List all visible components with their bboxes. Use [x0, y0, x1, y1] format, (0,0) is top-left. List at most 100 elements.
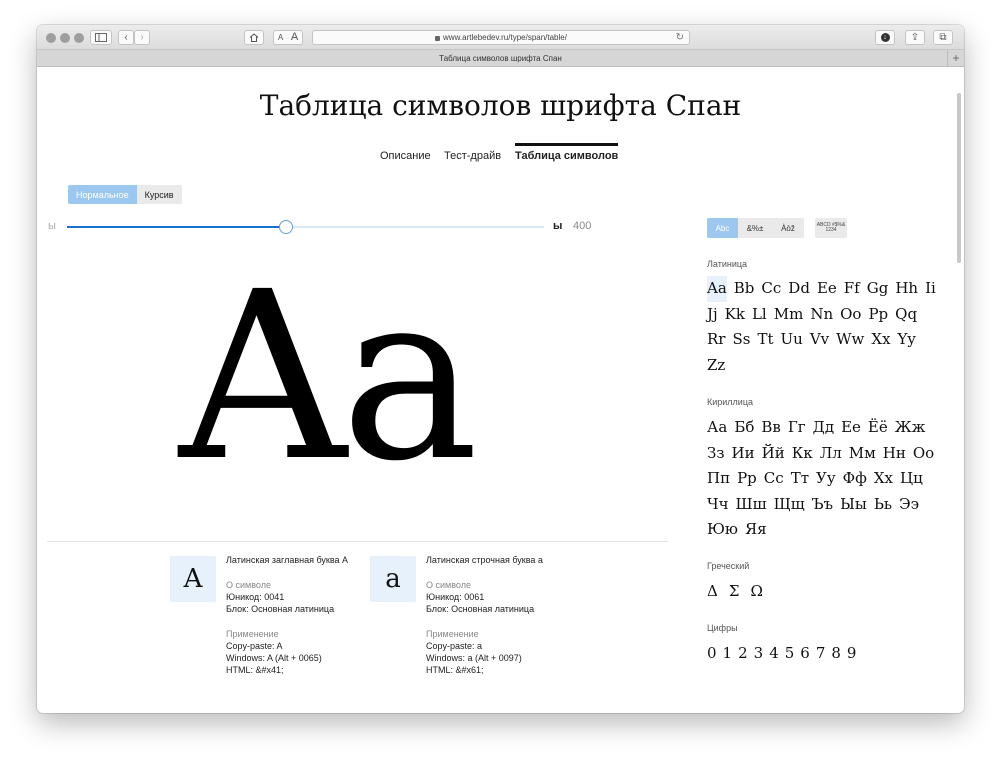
downloads-button[interactable]: ↓: [875, 30, 895, 45]
copy-paste-value[interactable]: Copy-paste: A: [226, 640, 376, 652]
glyph-cell[interactable]: Pp: [868, 302, 888, 328]
text-size-control[interactable]: A A: [273, 30, 303, 45]
glyph-cell[interactable]: Гг: [788, 415, 806, 441]
back-button[interactable]: ‹: [118, 30, 134, 45]
glyph-cell[interactable]: Zz: [707, 353, 725, 379]
glyph-cell[interactable]: Aa: [707, 276, 727, 302]
glyph-cell[interactable]: Cc: [761, 276, 781, 302]
glyph-cell[interactable]: Бб: [734, 415, 754, 441]
glyph-cell[interactable]: Δ: [707, 579, 718, 605]
glyph-cell[interactable]: Оо: [913, 441, 934, 467]
copy-paste-value[interactable]: Copy-paste: a: [426, 640, 576, 652]
glyph-cell[interactable]: Ss: [732, 327, 750, 353]
glyph-cell[interactable]: Дд: [813, 415, 834, 441]
glyph-cell[interactable]: Тт: [791, 466, 809, 492]
share-button[interactable]: ⇪: [905, 30, 925, 45]
glyph-cell[interactable]: Ff: [844, 276, 860, 302]
glyph-cell[interactable]: Лл: [820, 441, 842, 467]
text-smaller-button[interactable]: A: [278, 33, 283, 42]
glyph-cell[interactable]: 8: [831, 641, 841, 667]
glyph-cell[interactable]: Щщ: [774, 492, 805, 518]
tab-overview-button[interactable]: ⧉: [933, 30, 953, 45]
glyph-cell[interactable]: 1: [723, 641, 733, 667]
glyph-cell[interactable]: Цц: [900, 466, 923, 492]
glyph-cell[interactable]: Vv: [810, 327, 829, 353]
glyph-cell[interactable]: Ъъ: [812, 492, 833, 518]
glyph-cell[interactable]: Gg: [867, 276, 889, 302]
address-bar[interactable]: www.artlebedev.ru/type/span/table/ ↻: [312, 30, 690, 45]
glyph-cell[interactable]: Xx: [871, 327, 890, 353]
glyph-cell[interactable]: Yy: [898, 327, 916, 353]
glyph-cell[interactable]: Ii: [925, 276, 936, 302]
glyph-cell[interactable]: 2: [738, 641, 748, 667]
glyph-cell[interactable]: Фф: [843, 466, 867, 492]
reload-icon[interactable]: ↻: [676, 32, 684, 43]
glyph-cell[interactable]: Шш: [736, 492, 767, 518]
glyph-cell[interactable]: Ww: [836, 327, 864, 353]
glyph-cell[interactable]: Ьь: [874, 492, 892, 518]
style-italic-button[interactable]: Курсив: [136, 185, 182, 204]
glyph-cell[interactable]: Сс: [764, 466, 784, 492]
forward-button[interactable]: ›: [134, 30, 150, 45]
minimize-window-button[interactable]: [60, 33, 70, 43]
zoom-window-button[interactable]: [74, 33, 84, 43]
glyph-cell[interactable]: Уу: [816, 466, 836, 492]
tab-accented[interactable]: Àòž: [772, 218, 804, 238]
glyph-cell[interactable]: Йй: [762, 441, 785, 467]
glyph-cell[interactable]: Ее: [841, 415, 861, 441]
glyph-cell[interactable]: 5: [785, 641, 795, 667]
glyph-cell[interactable]: Аа: [707, 415, 727, 441]
glyph-cell[interactable]: 7: [816, 641, 826, 667]
nav-description[interactable]: Описание: [380, 143, 431, 162]
glyph-cell[interactable]: Нн: [883, 441, 906, 467]
glyph-cell[interactable]: Uu: [781, 327, 803, 353]
glyph-cell[interactable]: Kk: [725, 302, 745, 328]
glyph-cell[interactable]: Ёё: [868, 415, 888, 441]
glyph-cell[interactable]: 6: [800, 641, 810, 667]
home-button[interactable]: [244, 30, 264, 45]
glyph-cell[interactable]: Σ: [729, 579, 740, 605]
weight-slider[interactable]: [67, 220, 544, 234]
glyph-cell[interactable]: Чч: [707, 492, 729, 518]
glyph-cell[interactable]: Mm: [774, 302, 804, 328]
close-window-button[interactable]: [46, 33, 56, 43]
glyph-cell[interactable]: 4: [769, 641, 779, 667]
char-swatch[interactable]: a: [370, 556, 416, 602]
glyph-cell[interactable]: Ээ: [899, 492, 919, 518]
style-normal-button[interactable]: Нормальное: [68, 185, 137, 204]
glyph-cell[interactable]: Qq: [895, 302, 917, 328]
glyph-cell[interactable]: 3: [754, 641, 764, 667]
nav-test-drive[interactable]: Тест-драйв: [444, 143, 501, 162]
glyph-cell[interactable]: Tt: [757, 327, 773, 353]
new-tab-button[interactable]: +: [947, 50, 964, 66]
tab-opentype[interactable]: ABCD #$%& 1234: [815, 218, 847, 238]
glyph-cell[interactable]: Bb: [734, 276, 755, 302]
glyph-cell[interactable]: Юю: [707, 517, 738, 543]
sidebar-toggle-button[interactable]: [90, 30, 112, 45]
glyph-cell[interactable]: Ω: [750, 579, 762, 605]
glyph-cell[interactable]: Хх: [874, 466, 893, 492]
char-swatch[interactable]: A: [170, 556, 216, 602]
glyph-cell[interactable]: Ee: [817, 276, 837, 302]
glyph-cell[interactable]: Hh: [895, 276, 918, 302]
glyph-cell[interactable]: Nn: [810, 302, 833, 328]
text-larger-button[interactable]: A: [291, 32, 298, 43]
glyph-cell[interactable]: Rr: [707, 327, 725, 353]
glyph-cell[interactable]: Зз: [707, 441, 725, 467]
glyph-cell[interactable]: Ыы: [840, 492, 867, 518]
glyph-cell[interactable]: Dd: [788, 276, 810, 302]
active-tab[interactable]: Таблица символов шрифта Спан: [439, 54, 562, 63]
glyph-cell[interactable]: Мм: [849, 441, 876, 467]
glyph-cell[interactable]: Рр: [737, 466, 757, 492]
glyph-cell[interactable]: Ии: [732, 441, 755, 467]
glyph-cell[interactable]: Jj: [707, 302, 718, 328]
glyph-cell[interactable]: Яя: [745, 517, 767, 543]
glyph-cell[interactable]: Ll: [752, 302, 767, 328]
glyph-cell[interactable]: Вв: [761, 415, 780, 441]
tab-letters[interactable]: Abc: [707, 218, 738, 238]
nav-character-table[interactable]: Таблица символов: [515, 143, 619, 162]
glyph-cell[interactable]: 9: [847, 641, 857, 667]
tab-symbols[interactable]: &%±: [738, 218, 772, 238]
glyph-cell[interactable]: Oo: [840, 302, 861, 328]
slider-handle[interactable]: [279, 220, 294, 234]
